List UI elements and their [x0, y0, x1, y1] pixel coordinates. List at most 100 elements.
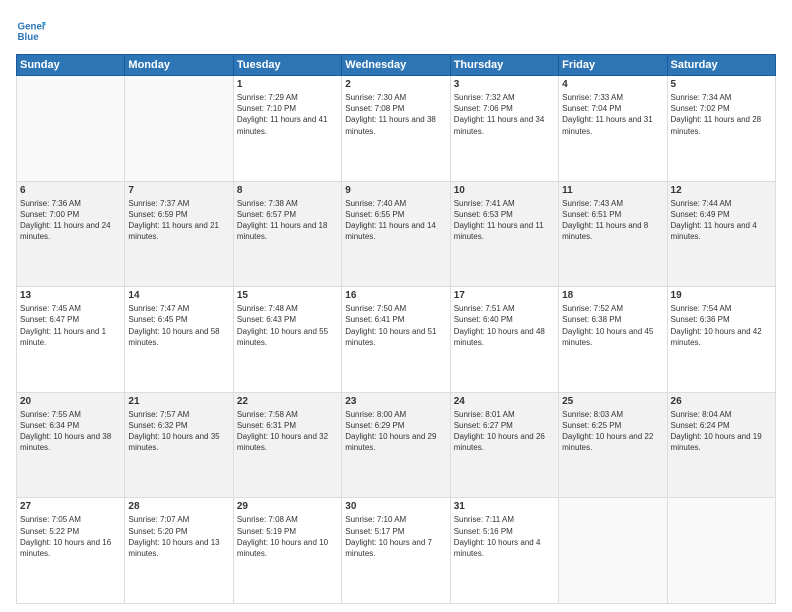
calendar-cell [559, 498, 667, 604]
calendar-cell: 27Sunrise: 7:05 AM Sunset: 5:22 PM Dayli… [17, 498, 125, 604]
weekday-header: Sunday [17, 55, 125, 76]
day-number: 26 [671, 396, 772, 407]
calendar-cell: 18 Sunrise: 7:52 AM Sunset: 6:38 PM Dayli… [559, 287, 667, 393]
calendar-cell: 19 Sunrise: 7:54 AM Sunset: 6:36 PM Dayli… [667, 287, 775, 393]
day-number: 24 [454, 396, 555, 407]
calendar-cell: 9 Sunrise: 7:40 AM Sunset: 6:55 PM Daylig… [342, 181, 450, 287]
day-number: 25 [562, 396, 663, 407]
day-info: Sunrise: 8:00 AM Sunset: 6:29 PM Dayligh… [345, 409, 446, 454]
calendar-cell: 7 Sunrise: 7:37 AM Sunset: 6:59 PM Daylig… [125, 181, 233, 287]
day-number: 17 [454, 290, 555, 301]
day-number: 21 [128, 396, 229, 407]
calendar-cell: 31 Sunrise: 7:11 AM Sunset: 5:16 PM Dayli… [450, 498, 558, 604]
calendar-cell: 20 Sunrise: 7:55 AM Sunset: 6:34 PM Dayli… [17, 392, 125, 498]
calendar-cell: 1 Sunrise: 7:29 AM Sunset: 7:10 PM Daylig… [233, 76, 341, 182]
day-number: 30 [345, 501, 446, 512]
calendar-table: SundayMondayTuesdayWednesdayThursdayFrid… [16, 54, 776, 604]
day-number: 28 [128, 501, 229, 512]
day-info: Sunrise: 7:57 AM Sunset: 6:32 PM Dayligh… [128, 409, 229, 454]
day-info: Sunrise: 7:51 AM Sunset: 6:40 PM Dayligh… [454, 303, 555, 348]
weekday-header: Monday [125, 55, 233, 76]
day-number: 20 [20, 396, 121, 407]
day-info: Sunrise: 7:48 AM Sunset: 6:43 PM Dayligh… [237, 303, 338, 348]
day-number: 22 [237, 396, 338, 407]
day-info: Sunrise: 8:01 AM Sunset: 6:27 PM Dayligh… [454, 409, 555, 454]
day-number: 1 [237, 79, 338, 90]
day-number: 8 [237, 185, 338, 196]
day-info: Sunrise: 7:37 AM Sunset: 6:59 PM Dayligh… [128, 198, 229, 243]
calendar-cell: 15 Sunrise: 7:48 AM Sunset: 6:43 PM Dayli… [233, 287, 341, 393]
day-info: Sunrise: 8:03 AM Sunset: 6:25 PM Dayligh… [562, 409, 663, 454]
calendar-cell: 13 Sunrise: 7:45 AM Sunset: 6:47 PM Dayli… [17, 287, 125, 393]
calendar-cell: 28 Sunrise: 7:07 AM Sunset: 5:20 PM Dayli… [125, 498, 233, 604]
day-info: Sunrise: 7:55 AM Sunset: 6:34 PM Dayligh… [20, 409, 121, 454]
calendar-cell: 21 Sunrise: 7:57 AM Sunset: 6:32 PM Dayli… [125, 392, 233, 498]
calendar-cell: 12Sunrise: 7:44 AM Sunset: 6:49 PM Dayli… [667, 181, 775, 287]
day-info: Sunrise: 7:11 AM Sunset: 5:16 PM Dayligh… [454, 514, 555, 559]
day-number: 2 [345, 79, 446, 90]
logo: General Blue [16, 16, 46, 46]
day-info: Sunrise: 8:04 AM Sunset: 6:24 PM Dayligh… [671, 409, 772, 454]
logo-icon: General Blue [16, 16, 46, 46]
day-info: Sunrise: 7:41 AM Sunset: 6:53 PM Dayligh… [454, 198, 555, 243]
day-number: 12 [671, 185, 772, 196]
weekday-header: Thursday [450, 55, 558, 76]
day-info: Sunrise: 7:07 AM Sunset: 5:20 PM Dayligh… [128, 514, 229, 559]
day-number: 23 [345, 396, 446, 407]
day-number: 13 [20, 290, 121, 301]
day-number: 5 [671, 79, 772, 90]
day-info: Sunrise: 7:33 AM Sunset: 7:04 PM Dayligh… [562, 92, 663, 137]
day-number: 9 [345, 185, 446, 196]
day-number: 19 [671, 290, 772, 301]
day-info: Sunrise: 7:54 AM Sunset: 6:36 PM Dayligh… [671, 303, 772, 348]
calendar-cell [17, 76, 125, 182]
calendar-week-row: 1 Sunrise: 7:29 AM Sunset: 7:10 PM Daylig… [17, 76, 776, 182]
calendar-cell: 4 Sunrise: 7:33 AM Sunset: 7:04 PM Daylig… [559, 76, 667, 182]
calendar-cell: 10 Sunrise: 7:41 AM Sunset: 6:53 PM Dayli… [450, 181, 558, 287]
day-info: Sunrise: 7:36 AM Sunset: 7:00 PM Dayligh… [20, 198, 121, 243]
calendar-cell: 2 Sunrise: 7:30 AM Sunset: 7:08 PM Daylig… [342, 76, 450, 182]
calendar-week-row: 13 Sunrise: 7:45 AM Sunset: 6:47 PM Dayli… [17, 287, 776, 393]
day-number: 4 [562, 79, 663, 90]
day-info: Sunrise: 7:38 AM Sunset: 6:57 PM Dayligh… [237, 198, 338, 243]
day-number: 31 [454, 501, 555, 512]
calendar-cell: 5 Sunrise: 7:34 AM Sunset: 7:02 PM Daylig… [667, 76, 775, 182]
weekday-header: Tuesday [233, 55, 341, 76]
calendar-cell: 6Sunrise: 7:36 AM Sunset: 7:00 PM Daylig… [17, 181, 125, 287]
day-info: Sunrise: 7:43 AM Sunset: 6:51 PM Dayligh… [562, 198, 663, 243]
day-info: Sunrise: 7:05 AM Sunset: 5:22 PM Dayligh… [20, 514, 121, 559]
header: General Blue [16, 16, 776, 46]
day-info: Sunrise: 7:34 AM Sunset: 7:02 PM Dayligh… [671, 92, 772, 137]
weekday-header: Friday [559, 55, 667, 76]
calendar-cell: 30Sunrise: 7:10 AM Sunset: 5:17 PM Dayli… [342, 498, 450, 604]
calendar-week-row: 27Sunrise: 7:05 AM Sunset: 5:22 PM Dayli… [17, 498, 776, 604]
calendar-cell: 29Sunrise: 7:08 AM Sunset: 5:19 PM Dayli… [233, 498, 341, 604]
weekday-header: Saturday [667, 55, 775, 76]
day-info: Sunrise: 7:32 AM Sunset: 7:06 PM Dayligh… [454, 92, 555, 137]
calendar-cell [125, 76, 233, 182]
calendar-cell [667, 498, 775, 604]
day-info: Sunrise: 7:45 AM Sunset: 6:47 PM Dayligh… [20, 303, 121, 348]
calendar-cell: 16Sunrise: 7:50 AM Sunset: 6:41 PM Dayli… [342, 287, 450, 393]
day-number: 14 [128, 290, 229, 301]
day-info: Sunrise: 7:40 AM Sunset: 6:55 PM Dayligh… [345, 198, 446, 243]
calendar-cell: 11 Sunrise: 7:43 AM Sunset: 6:51 PM Dayli… [559, 181, 667, 287]
day-number: 15 [237, 290, 338, 301]
day-number: 18 [562, 290, 663, 301]
day-number: 11 [562, 185, 663, 196]
day-info: Sunrise: 7:30 AM Sunset: 7:08 PM Dayligh… [345, 92, 446, 137]
calendar-cell: 25 Sunrise: 8:03 AM Sunset: 6:25 PM Dayli… [559, 392, 667, 498]
calendar-cell: 14Sunrise: 7:47 AM Sunset: 6:45 PM Dayli… [125, 287, 233, 393]
day-info: Sunrise: 7:52 AM Sunset: 6:38 PM Dayligh… [562, 303, 663, 348]
svg-text:General: General [18, 22, 47, 33]
day-number: 7 [128, 185, 229, 196]
day-number: 16 [345, 290, 446, 301]
svg-text:Blue: Blue [18, 32, 40, 43]
weekday-header: Wednesday [342, 55, 450, 76]
day-number: 10 [454, 185, 555, 196]
calendar-cell: 24 Sunrise: 8:01 AM Sunset: 6:27 PM Dayli… [450, 392, 558, 498]
day-info: Sunrise: 7:29 AM Sunset: 7:10 PM Dayligh… [237, 92, 338, 137]
page: General Blue SundayMondayTuesdayWednesda… [0, 0, 792, 612]
day-number: 3 [454, 79, 555, 90]
calendar-cell: 8 Sunrise: 7:38 AM Sunset: 6:57 PM Daylig… [233, 181, 341, 287]
